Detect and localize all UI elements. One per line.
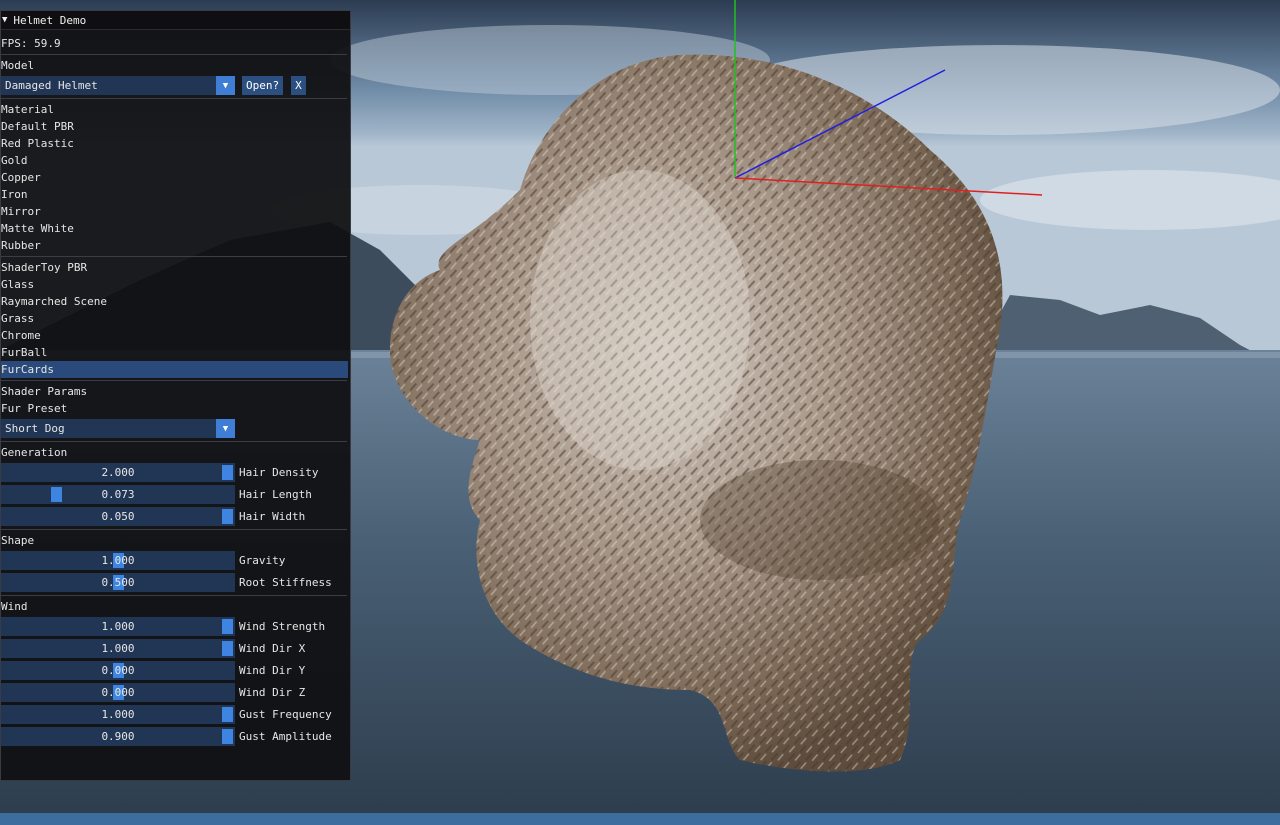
gust-amplitude-slider[interactable]: 0.900 <box>1 727 235 746</box>
fur-preset-value: Short Dog <box>5 422 65 435</box>
wind-strength-value: 1.000 <box>101 620 135 633</box>
hair-density-label: Hair Density <box>239 466 319 479</box>
material-item-rubber[interactable]: Rubber <box>1 237 350 254</box>
shape-header: Shape <box>1 534 35 547</box>
root-stiffness-slider[interactable]: 0.500 <box>1 573 235 592</box>
root-stiffness-row: 0.500 Root Stiffness <box>1 572 350 593</box>
wind-dir-y-slider[interactable]: 0.000 <box>1 661 235 680</box>
material-item-glass[interactable]: Glass <box>1 276 350 293</box>
separator <box>1 529 347 530</box>
window-title: Helmet Demo <box>13 13 87 27</box>
separator <box>1 98 347 99</box>
model-combo-value: Damaged Helmet <box>5 79 98 92</box>
wind-dir-y-label: Wind Dir Y <box>239 664 306 677</box>
wind-strength-slider[interactable]: 1.000 <box>1 617 235 636</box>
material-item-default-pbr[interactable]: Default PBR <box>1 118 350 135</box>
hair-width-row: 0.050 Hair Width <box>1 506 350 527</box>
fps-readout: FPS: 59.9 <box>1 37 61 50</box>
material-item-grass[interactable]: Grass <box>1 310 350 327</box>
generation-sliders: 2.000 Hair Density 0.073 Hair Length 0.050 Ha… <box>1 462 350 527</box>
separator <box>1 595 347 596</box>
gravity-slider[interactable]: 1.000 <box>1 551 235 570</box>
gravity-label: Gravity <box>239 554 286 567</box>
material-item-mirror[interactable]: Mirror <box>1 203 350 220</box>
hair-density-row: 2.000 Hair Density <box>1 462 350 483</box>
wind-sliders: 1.000 Wind Strength 1.000 Wind Dir X 0.000 Wi… <box>1 616 350 747</box>
material-item-iron[interactable]: Iron <box>1 186 350 203</box>
gravity-row: 1.000 Gravity <box>1 550 350 571</box>
model-combo[interactable]: Damaged Helmet ▼ <box>1 76 235 95</box>
material-item-matte-white[interactable]: Matte White <box>1 220 350 237</box>
model-header: Model <box>1 59 35 72</box>
hair-width-label: Hair Width <box>239 510 306 523</box>
separator <box>1 380 347 381</box>
gust-amplitude-value: 0.900 <box>101 730 135 743</box>
wind-dir-z-row: 0.000 Wind Dir Z <box>1 682 350 703</box>
gust-frequency-slider[interactable]: 1.000 <box>1 705 235 724</box>
separator <box>1 441 347 442</box>
material-item-shadertoy-pbr[interactable]: ShaderToy PBR <box>1 259 350 276</box>
wind-dir-x-slider[interactable]: 1.000 <box>1 639 235 658</box>
hair-length-label: Hair Length <box>239 488 312 501</box>
wind-dir-y-value: 0.000 <box>101 664 135 677</box>
separator <box>1 256 347 257</box>
material-item-chrome[interactable]: Chrome <box>1 327 350 344</box>
shape-sliders: 1.000 Gravity 0.500 Root Stiffness <box>1 550 350 593</box>
material-item-raymarched-scene[interactable]: Raymarched Scene <box>1 293 350 310</box>
generation-header: Generation <box>1 446 68 459</box>
chevron-down-icon[interactable]: ▼ <box>216 419 235 438</box>
material-item-furball[interactable]: FurBall <box>1 344 350 361</box>
fur-preset-row: Short Dog ▼ <box>1 418 350 439</box>
wind-dir-z-label: Wind Dir Z <box>239 686 306 699</box>
hair-width-value: 0.050 <box>101 510 135 523</box>
window-titlebar[interactable]: ▼ Helmet Demo <box>1 11 350 30</box>
shadertoy-list: ShaderToy PBR Glass Raymarched Scene Grass C… <box>1 259 350 378</box>
fur-preset-label: Fur Preset <box>1 402 68 415</box>
open-button[interactable]: Open? <box>242 76 284 95</box>
wind-header: Wind <box>1 600 28 613</box>
wind-dir-z-slider[interactable]: 0.000 <box>1 683 235 702</box>
material-item-furcards[interactable]: FurCards <box>1 361 348 378</box>
hair-density-slider[interactable]: 2.000 <box>1 463 235 482</box>
wind-dir-x-value: 1.000 <box>101 642 135 655</box>
separator <box>1 54 347 55</box>
wind-dir-x-label: Wind Dir X <box>239 642 306 655</box>
root-stiffness-value: 0.500 <box>101 576 135 589</box>
shader-params-header: Shader Params <box>1 385 88 398</box>
wind-dir-z-value: 0.000 <box>101 686 135 699</box>
hair-length-slider[interactable]: 0.073 <box>1 485 235 504</box>
hair-length-value: 0.073 <box>101 488 135 501</box>
hair-width-slider[interactable]: 0.050 <box>1 507 235 526</box>
root-stiffness-label: Root Stiffness <box>239 576 332 589</box>
gust-frequency-row: 1.000 Gust Frequency <box>1 704 350 725</box>
chevron-down-icon[interactable]: ▼ <box>216 76 235 95</box>
hair-density-value: 2.000 <box>101 466 135 479</box>
fur-preset-combo[interactable]: Short Dog ▼ <box>1 419 235 438</box>
gust-amplitude-label: Gust Amplitude <box>239 730 332 743</box>
gravity-value: 1.000 <box>101 554 135 567</box>
wind-strength-label: Wind Strength <box>239 620 326 633</box>
material-list: Default PBR Red Plastic Gold Copper Iron Mirr… <box>1 118 350 254</box>
gust-frequency-label: Gust Frequency <box>239 708 332 721</box>
wind-dir-x-row: 1.000 Wind Dir X <box>1 638 350 659</box>
hair-length-row: 0.073 Hair Length <box>1 484 350 505</box>
material-item-copper[interactable]: Copper <box>1 169 350 186</box>
material-item-red-plastic[interactable]: Red Plastic <box>1 135 350 152</box>
bottom-status-strip <box>0 813 1280 825</box>
helmet-demo-window[interactable]: ▼ Helmet Demo FPS: 59.9 Model Damaged He… <box>0 10 351 781</box>
wind-dir-y-row: 0.000 Wind Dir Y <box>1 660 350 681</box>
model-row: Damaged Helmet ▼ Open? X <box>1 75 350 96</box>
material-header: Material <box>1 103 54 116</box>
material-item-gold[interactable]: Gold <box>1 152 350 169</box>
gust-amplitude-row: 0.900 Gust Amplitude <box>1 726 350 747</box>
close-model-button[interactable]: X <box>291 76 306 95</box>
wind-strength-row: 1.000 Wind Strength <box>1 616 350 637</box>
collapse-arrow-icon[interactable]: ▼ <box>2 15 7 25</box>
gust-frequency-value: 1.000 <box>101 708 135 721</box>
